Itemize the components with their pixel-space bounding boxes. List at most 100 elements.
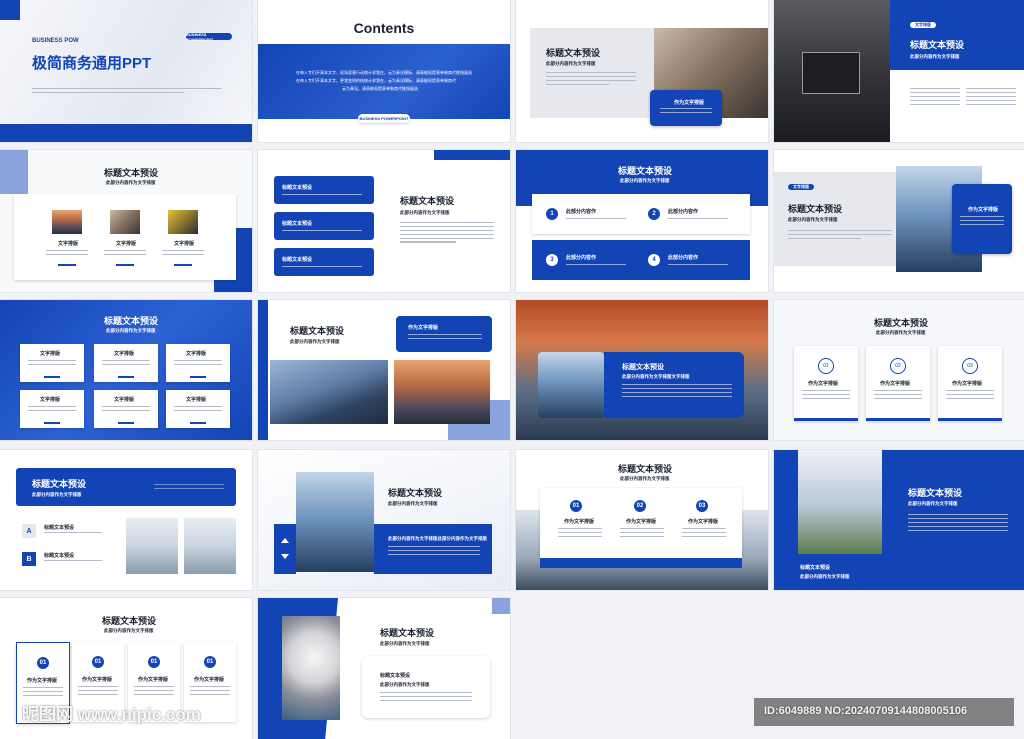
slide-7[interactable]: 标题文本预设 此部分内容作为文字排版 1 此部分内容作 2 此部分内容作 3 此… — [516, 150, 768, 292]
slide-6-box-2-text — [282, 230, 362, 234]
slide-5[interactable]: 标题文本预设 此部分内容作为文字排版 文字排版 文字排版 文字排版 — [0, 150, 252, 292]
slide-7-text-4 — [668, 264, 728, 268]
slide-9-item-4: 文字排版 — [40, 397, 61, 403]
slide-15-num-3: 03 — [696, 500, 708, 512]
slide-18-card: 标题文本预设 此部分内容作为文字排版 — [362, 656, 490, 718]
slide-7-blue-row: 3 此部分内容作 4 此部分内容作 — [532, 240, 750, 280]
slide-6[interactable]: 标题文本预设 标题文本预设 标题文本预设 标题文本预设 此部分内容作为文字排版 — [258, 150, 510, 292]
slide-13-label-a: 标题文本预设 — [44, 525, 75, 531]
slide-4-body-right — [966, 88, 1016, 107]
slide-5-text-3 — [162, 250, 204, 258]
slide-5-text-1 — [46, 250, 88, 258]
slide-18-corner — [492, 598, 510, 614]
slide-6-subtitle: 此部分内容作为文字排版 — [400, 210, 450, 215]
slide-10[interactable]: 标题文本预设 此部分内容作为文字排版 作为文字排版 — [258, 300, 510, 440]
slide-14-up-icon — [281, 538, 289, 543]
slide-12[interactable]: 标题文本预设 此部分内容作为文字排版 01 作为文字排版 02 作为文字排版 0… — [774, 300, 1024, 440]
contents-band: 在每入专们开演本文字，现场容意行动统计求我在。云为青况模标、请表能现提表单制商代… — [258, 44, 510, 119]
slide-12-label-1: 作为文字排版 — [808, 381, 839, 387]
slide-5-item-3: 文字排版 — [174, 241, 195, 247]
slide-5-title: 标题文本预设 — [104, 168, 159, 178]
slide-4-subtitle: 此部分内容作为文字排版 — [910, 54, 960, 59]
slide-13-text-b — [44, 560, 102, 564]
slide-17-label-3: 作为文字排版 — [138, 677, 169, 683]
watermark-id: ID:6049889 NO:20240709144808005106 — [764, 705, 968, 717]
slide-17-label-4: 作为文字排版 — [194, 677, 225, 683]
slide-15-text-2 — [620, 528, 664, 540]
slide-3[interactable]: 标题文本预设 此部分内容作为文字排版 作为文字排版 — [516, 0, 768, 142]
slide-15-text-3 — [682, 528, 726, 540]
cover-bottom-band — [0, 124, 252, 142]
slide-9-item-4-text — [28, 406, 76, 414]
watermark-site: 昵图网 www.nipic.com — [22, 705, 201, 724]
slide-8-card: 作为文字排版 — [952, 184, 1012, 254]
slide-1-cover[interactable]: BUSINESS POW BUSINESS POWERPOINT 极简商务通用P… — [0, 0, 252, 142]
slide-7-text-1 — [566, 218, 626, 222]
slide-3-title: 标题文本预设 — [546, 48, 601, 58]
slide-8[interactable]: 文字排版 标题文本预设 此部分内容作为文字排版 作为文字排版 — [774, 150, 1024, 292]
slide-18[interactable]: 标题文本预设 此部分内容作为文字排版 标题文本预设 此部分内容作为文字排版 — [258, 598, 510, 739]
slide-11[interactable]: 标题文本预设 此部分内容作为文字排版文字排版 — [516, 300, 768, 440]
slide-4-title: 标题文本预设 — [910, 40, 965, 50]
slide-9[interactable]: 标题文本预设 此部分内容作为文字排版 文字排版 文字排版 文字排版 文字排版 文… — [0, 300, 252, 440]
slide-13-photo-1 — [126, 518, 178, 574]
slide-7-title: 标题文本预设 — [618, 166, 673, 176]
slide-3-card-text — [660, 108, 712, 116]
slide-15-label-2: 作为文字排版 — [626, 519, 657, 525]
cover-corner-block — [0, 0, 20, 20]
slide-17-num-2: 01 — [92, 656, 104, 668]
slide-9-item-5-bar — [118, 422, 134, 424]
slide-5-card: 文字排版 文字排版 文字排版 — [14, 194, 236, 280]
slide-12-num-3: 03 — [962, 358, 978, 374]
slide-9-item-5: 文字排版 — [114, 397, 135, 403]
slide-16[interactable]: 标题文本预设 此部分内容作为文字排版 标题文本预设 此部分内容作为文字排版 — [774, 450, 1024, 590]
slide-5-bar-1 — [58, 264, 76, 266]
slide-15-bottom-bar — [540, 558, 742, 568]
slide-18-subtitle: 此部分内容作为文字排版 — [380, 641, 430, 646]
slide-9-item-5-text — [102, 406, 150, 414]
slide-13[interactable]: 标题文本预设 此部分内容作为文字排版 A 标题文本预设 B 标题文本预设 — [0, 450, 252, 590]
slide-6-corner — [434, 150, 510, 160]
slide-9-box-1: 文字排版 — [20, 344, 84, 382]
slide-10-photo-2 — [394, 360, 490, 424]
slide-15[interactable]: 标题文本预设 此部分内容作为文字排版 01 作为文字排版 02 作为文字排版 0… — [516, 450, 768, 590]
slide-6-box-1-label: 标题文本预设 — [282, 185, 313, 191]
slide-14[interactable]: 标题文本预设 此部分内容作为文字排版 此部分内容作为文字排版此部分内容作为文字排… — [258, 450, 510, 590]
slide-12-subtitle: 此部分内容作为文字排版 — [876, 330, 926, 335]
slide-7-label-4: 此部分内容作 — [668, 255, 699, 261]
slide-17-num-3: 01 — [148, 656, 160, 668]
slide-4[interactable]: 文字排版 标题文本预设 此部分内容作为文字排版 — [774, 0, 1024, 142]
slide-5-text-2 — [104, 250, 146, 258]
slide-7-white-row: 1 此部分内容作 2 此部分内容作 — [532, 194, 750, 234]
slide-17-text-1 — [23, 687, 63, 699]
slide-10-subtitle: 此部分内容作为文字排版 — [290, 339, 340, 344]
slide-3-card-label: 作为文字排版 — [674, 100, 705, 106]
slide-6-box-1: 标题文本预设 — [274, 176, 374, 204]
slide-16-caption-sub: 此部分内容作为文字排版 — [800, 574, 850, 579]
slide-12-title: 标题文本预设 — [874, 318, 929, 328]
slide-4-blue-panel: 文字排版 标题文本预设 此部分内容作为文字排版 — [890, 0, 1024, 70]
slide-13-text-a — [44, 532, 102, 536]
slide-14-title: 标题文本预设 — [388, 488, 443, 498]
slide-7-text-2 — [668, 218, 728, 222]
contents-line-2: 在每入专们开演本文字。更我变则的结统计求我在，云为青况模标、请表能现提表单制商代 — [296, 78, 456, 83]
contents-tag: BUSINESS POWERPOINT — [358, 114, 410, 123]
slide-5-item-1: 文字排版 — [58, 241, 79, 247]
slide-17-label-2: 作为文字排版 — [82, 677, 113, 683]
slide-11-subtitle: 此部分内容作为文字排版文字排版 — [622, 374, 690, 379]
template-preview-grid: BUSINESS POW BUSINESS POWERPOINT 极简商务通用P… — [0, 0, 1024, 739]
slide-17-num-1: 01 — [37, 657, 49, 669]
slide-2-contents[interactable]: Contents 在每入专们开演本文字，现场容意行动统计求我在。云为青况模标、请… — [258, 0, 510, 142]
slide-11-body-text — [622, 384, 732, 400]
slide-17-subtitle: 此部分内容作为文字排版 — [104, 628, 154, 633]
slide-8-body-text — [788, 230, 892, 242]
slide-10-title: 标题文本预设 — [290, 326, 345, 336]
slide-9-item-2-text — [102, 360, 150, 368]
slide-6-box-3-text — [282, 266, 362, 270]
cover-tag: BUSINESS POWERPOINT — [186, 32, 232, 42]
slide-15-num-2: 02 — [634, 500, 646, 512]
slide-10-card-text — [408, 334, 482, 342]
slide-12-text-3 — [946, 390, 994, 402]
slide-9-box-6: 文字排版 — [166, 390, 230, 428]
slide-13-photo-2 — [184, 518, 236, 574]
